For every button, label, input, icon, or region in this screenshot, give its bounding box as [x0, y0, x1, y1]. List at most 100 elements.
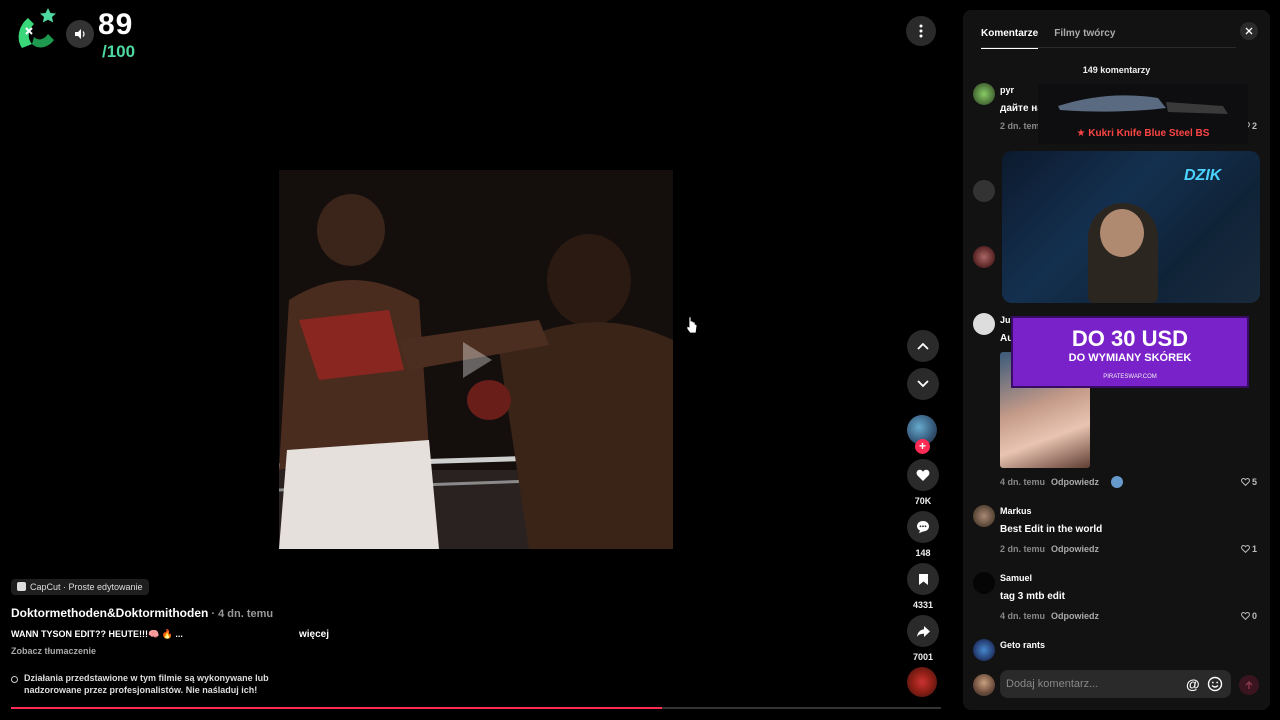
follow-button[interactable]: +: [915, 439, 930, 454]
description-line: WANN TYSON EDIT?? HEUTE!!!🧠 🔥 ... więcej: [11, 629, 471, 641]
author-line: Doktormethoden&Doktormithoden · 4 dn. te…: [11, 606, 471, 620]
comment-button[interactable]: [907, 511, 939, 543]
tab-creator-videos[interactable]: Filmy twórcy: [1054, 28, 1115, 49]
comment-like-count: 5: [1252, 477, 1258, 487]
comment-bubble-icon: [917, 521, 929, 534]
comment-like[interactable]: 1: [1241, 544, 1257, 554]
score-total: /100: [102, 42, 136, 61]
heart-icon: [916, 469, 930, 481]
safety-warning: Działania przedstawione w tym filmie są …: [11, 672, 301, 696]
speaker-icon: [75, 29, 85, 39]
comment-meta: 4 dn. temu Odpowiedz: [1000, 477, 1099, 487]
streamer-face: [1100, 209, 1144, 257]
progress-fill: [11, 707, 662, 709]
play-icon[interactable]: [460, 340, 494, 380]
like-action[interactable]: 70K: [904, 459, 942, 506]
more-vertical-icon: [919, 24, 923, 38]
current-user-avatar: [973, 674, 995, 696]
comment-meta: 4 dn. temu Odpowiedz: [1000, 611, 1099, 621]
comment-avatar[interactable]: [973, 313, 995, 335]
comment-avatar[interactable]: [973, 83, 995, 105]
reply-link[interactable]: Odpowiedz: [1051, 544, 1099, 554]
score-badge: 89 /100: [12, 4, 142, 61]
save-count: 4331: [912, 600, 934, 610]
comment-avatar[interactable]: [973, 505, 995, 527]
knife-overlay: ★ Kukri Knife Blue Steel BS: [1038, 84, 1248, 144]
streamer-webcam-overlay: DZIK: [1002, 151, 1260, 303]
comment-text: Best Edit in the world: [1000, 524, 1103, 535]
comment-count-label: 148: [915, 548, 931, 558]
emoji-icon[interactable]: [1207, 676, 1223, 692]
score-value: 89: [98, 8, 134, 41]
author-name[interactable]: Doktormethoden&Doktormithoden: [11, 606, 208, 620]
comment-time: 4 dn. temu: [1000, 611, 1046, 621]
chevron-down-icon: [917, 380, 929, 388]
post-date: · 4 dn. temu: [208, 608, 274, 620]
bookmark-icon: [918, 573, 928, 585]
comment-text: tag 3 mtb edit: [1000, 591, 1066, 602]
video-area: 89 /100 + 70K 148 4331 7001 CapCut · Pro…: [0, 0, 955, 720]
tabs-divider: [981, 47, 1236, 48]
comment-avatar[interactable]: [973, 246, 995, 268]
comment-avatar[interactable]: [973, 180, 995, 202]
comment-total: 149 komentarzy: [1082, 65, 1151, 75]
promo-subtitle: DO WYMIANY SKÓREK: [1068, 352, 1192, 364]
score-emblem-icon: [18, 8, 56, 48]
comments-panel: Komentarze Filmy twórcy 149 komentarzy p…: [963, 10, 1270, 710]
comment-author[interactable]: Samuel: [1000, 573, 1032, 583]
warning-text: Działania przedstawione w tym filmie są …: [24, 673, 269, 695]
promo-overlay: DO 30 USD DO WYMIANY SKÓREK PIRATESWAP.C…: [1011, 316, 1249, 388]
reply-link[interactable]: Odpowiedz: [1051, 477, 1099, 487]
comment-like-count: 0: [1252, 611, 1258, 621]
translate-link[interactable]: Zobacz tłumaczenie: [11, 646, 471, 656]
volume-button[interactable]: [66, 20, 94, 48]
knife-caption: ★ Kukri Knife Blue Steel BS: [1076, 128, 1210, 139]
capcut-tag[interactable]: CapCut · Proste edytowanie: [11, 578, 149, 595]
comment-text: дайте на: [1000, 103, 1043, 114]
comment-time: 2 dn. temu: [1000, 544, 1046, 554]
info-icon: [11, 676, 18, 683]
share-action[interactable]: 7001: [904, 615, 942, 662]
comment-time: 4 dn. temu: [1000, 477, 1046, 487]
mention-button[interactable]: @: [1186, 676, 1200, 692]
comment-author[interactable]: Geto rants: [1000, 640, 1045, 650]
heart-outline-icon: [1241, 612, 1250, 620]
close-panel-button[interactable]: [1240, 22, 1258, 40]
comment-like-count: 2: [1252, 121, 1258, 131]
send-comment-button[interactable]: [1239, 675, 1259, 695]
promo-headline: DO 30 USD: [1071, 326, 1189, 351]
reply-link[interactable]: Odpowiedz: [1051, 611, 1099, 621]
comment-action[interactable]: 148: [904, 511, 942, 558]
knife-image: [1058, 95, 1228, 114]
comment-author[interactable]: pyr: [1000, 85, 1014, 95]
save-action[interactable]: 4331: [904, 563, 942, 610]
comment-input[interactable]: [1006, 670, 1181, 698]
share-button[interactable]: [907, 615, 939, 647]
tab-comments[interactable]: Komentarze: [981, 28, 1039, 49]
comment-avatar[interactable]: [973, 572, 995, 594]
comment-like[interactable]: 5: [1241, 477, 1257, 487]
heart-outline-icon: [1241, 545, 1250, 553]
creator-liked-avatar: [1111, 476, 1123, 488]
more-link[interactable]: więcej: [299, 629, 329, 640]
share-arrow-icon: [916, 625, 930, 637]
previous-video-button[interactable]: [907, 330, 939, 362]
mouse-cursor-icon: [686, 316, 698, 334]
comment-avatar[interactable]: [973, 639, 995, 661]
comment-like[interactable]: 0: [1241, 611, 1257, 621]
chevron-up-icon: [917, 342, 929, 350]
progress-bar[interactable]: [11, 707, 941, 709]
save-button[interactable]: [907, 563, 939, 595]
comment-like-count: 1: [1252, 544, 1258, 554]
promo-site: PIRATESWAP.COM: [1103, 374, 1157, 380]
capcut-tag-label: CapCut · Proste edytowanie: [30, 581, 143, 592]
panel-tabs: Komentarze Filmy twórcy: [981, 28, 1115, 49]
capcut-icon: [17, 582, 26, 591]
like-button[interactable]: [907, 459, 939, 491]
more-options-button[interactable]: [906, 16, 936, 46]
arrow-up-icon: [1245, 680, 1253, 689]
music-disc[interactable]: [907, 667, 937, 697]
next-video-button[interactable]: [907, 368, 939, 400]
comment-author[interactable]: Markus: [1000, 506, 1032, 516]
video-description: WANN TYSON EDIT?? HEUTE!!!🧠 🔥 ...: [11, 629, 183, 639]
